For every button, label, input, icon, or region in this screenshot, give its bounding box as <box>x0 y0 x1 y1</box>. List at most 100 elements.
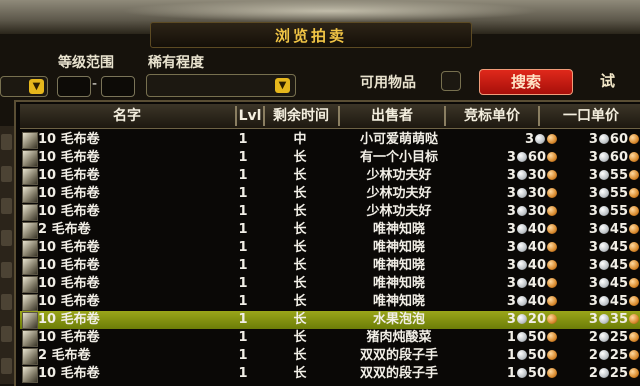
bid-price: 3 40 <box>480 221 558 239</box>
copper-coin-icon <box>547 296 557 306</box>
copper-coin-icon <box>547 260 557 270</box>
time-left: 长 <box>293 366 307 381</box>
silver-coin-icon <box>598 224 609 234</box>
item-name: 10 毛布卷 <box>38 240 100 255</box>
auction-row[interactable]: 10 毛布卷 1 长 唯神知晓 3 40 3 45 <box>20 275 640 293</box>
level-min-input[interactable] <box>57 76 91 97</box>
seller-name: 唯神知晓 <box>372 294 425 309</box>
item-level: 1 <box>238 186 248 201</box>
auction-row[interactable]: 10 毛布卷 1 长 双双的段子手 1 50 2 25 <box>20 365 640 383</box>
auction-row[interactable]: 10 毛布卷 1 长 有一个小目标 3 60 3 60 <box>20 149 640 167</box>
cloth-item-icon <box>22 132 38 149</box>
silver-coin-icon <box>598 134 609 144</box>
cloth-item-icon <box>22 258 38 275</box>
item-level: 1 <box>238 240 248 255</box>
bid-price: 3 40 <box>480 239 558 257</box>
bid-silver: 50 <box>527 366 546 381</box>
copper-coin-icon <box>629 332 639 342</box>
silver-coin-icon <box>598 332 609 342</box>
cloth-item-icon <box>22 222 38 239</box>
buyout-price: 3 55 <box>576 203 640 221</box>
buyout-silver: 25 <box>609 366 628 381</box>
bid-gold: 3 <box>506 222 516 237</box>
column-header-time[interactable]: 剩余时间 <box>266 107 336 125</box>
search-button[interactable]: 搜索 <box>479 69 573 95</box>
time-left: 长 <box>293 222 307 237</box>
buyout-price: 3 45 <box>576 221 640 239</box>
auction-row[interactable]: 10 毛布卷 1 中 小可爱萌萌哒 3 3 60 <box>20 131 640 149</box>
silver-coin-icon <box>598 170 609 180</box>
usable-items-checkbox[interactable] <box>441 71 461 91</box>
copper-coin-icon <box>547 368 557 378</box>
item-level: 1 <box>238 132 248 147</box>
cloth-item-icon <box>22 366 38 383</box>
auction-row[interactable]: 10 毛布卷 1 长 唯神知晓 3 40 3 45 <box>20 257 640 275</box>
time-left: 长 <box>293 186 307 201</box>
bid-price: 3 30 <box>480 203 558 221</box>
level-range-separator: - <box>92 76 98 92</box>
usable-items-label: 可用物品 <box>360 75 416 91</box>
buyout-price: 3 55 <box>576 185 640 203</box>
auction-row[interactable]: 10 毛布卷 1 长 少林功夫好 3 30 3 55 <box>20 203 640 221</box>
bid-price: 3 40 <box>480 293 558 311</box>
bid-silver: 40 <box>527 276 546 291</box>
column-header-name[interactable]: 名字 <box>20 107 234 125</box>
level-max-input[interactable] <box>101 76 135 97</box>
buyout-gold: 3 <box>588 240 598 255</box>
silver-coin-icon <box>598 314 609 324</box>
buyout-price: 3 35 <box>576 311 640 329</box>
bid-price: 1 50 <box>480 329 558 347</box>
item-level: 1 <box>238 258 248 273</box>
buyout-silver: 55 <box>609 204 628 219</box>
copper-coin-icon <box>547 152 557 162</box>
auction-row[interactable]: 10 毛布卷 1 长 水果泡泡 3 20 3 35 <box>20 311 640 329</box>
auction-row[interactable]: 10 毛布卷 1 长 猪肉炖酸菜 1 50 2 25 <box>20 329 640 347</box>
auction-row[interactable]: 10 毛布卷 1 长 唯神知晓 3 40 3 45 <box>20 239 640 257</box>
item-level: 1 <box>238 330 248 345</box>
copper-coin-icon <box>547 188 557 198</box>
bid-silver: 20 <box>527 312 546 327</box>
silver-coin-icon <box>516 314 527 324</box>
column-header-bid[interactable]: 竞标单价 <box>448 107 536 125</box>
auction-row[interactable]: 2 毛布卷 1 长 双双的段子手 1 50 2 25 <box>20 347 640 365</box>
time-left: 长 <box>293 312 307 327</box>
auction-row[interactable]: 10 毛布卷 1 长 少林功夫好 3 30 3 55 <box>20 167 640 185</box>
buyout-silver: 55 <box>609 168 628 183</box>
buyout-price: 3 55 <box>576 167 640 185</box>
bid-silver: 40 <box>527 222 546 237</box>
column-header-seller[interactable]: 出售者 <box>340 107 444 125</box>
copper-coin-icon <box>629 242 639 252</box>
bid-gold: 3 <box>506 168 516 183</box>
bid-gold: 3 <box>506 240 516 255</box>
bid-gold: 3 <box>506 258 516 273</box>
buyout-price: 3 45 <box>576 275 640 293</box>
silver-coin-icon <box>516 170 527 180</box>
column-header-lvl[interactable]: Lvl <box>238 107 262 125</box>
buyout-gold: 3 <box>588 294 598 309</box>
bid-price: 3 30 <box>480 185 558 203</box>
item-level: 1 <box>238 294 248 309</box>
silver-coin-icon <box>516 332 527 342</box>
bid-silver: 40 <box>527 240 546 255</box>
auction-row[interactable]: 10 毛布卷 1 长 唯神知晓 3 40 3 45 <box>20 293 640 311</box>
buyout-gold: 3 <box>588 312 598 327</box>
silver-coin-icon <box>598 206 609 216</box>
auction-row[interactable]: 10 毛布卷 1 长 少林功夫好 3 30 3 55 <box>20 185 640 203</box>
buyout-gold: 3 <box>588 204 598 219</box>
rarity-dropdown[interactable]: ▼ <box>146 74 296 97</box>
column-header-buyout[interactable]: 一口单价 <box>542 107 640 125</box>
buyout-price: 2 25 <box>576 365 640 383</box>
side-scrollbar[interactable] <box>0 126 14 384</box>
buyout-silver: 45 <box>609 240 628 255</box>
copper-coin-icon <box>547 278 557 288</box>
buyout-silver: 25 <box>609 348 628 363</box>
auction-row[interactable]: 2 毛布卷 1 长 唯神知晓 3 40 3 45 <box>20 221 640 239</box>
seller-name: 双双的段子手 <box>359 348 438 363</box>
seller-name: 唯神知晓 <box>372 258 425 273</box>
category-dropdown[interactable]: ▼ <box>0 76 48 97</box>
copper-coin-icon <box>547 170 557 180</box>
seller-name: 有一个小目标 <box>359 150 438 165</box>
level-range-label: 等级范围 <box>58 55 114 71</box>
time-left: 长 <box>293 330 307 345</box>
bid-price: 1 50 <box>480 347 558 365</box>
